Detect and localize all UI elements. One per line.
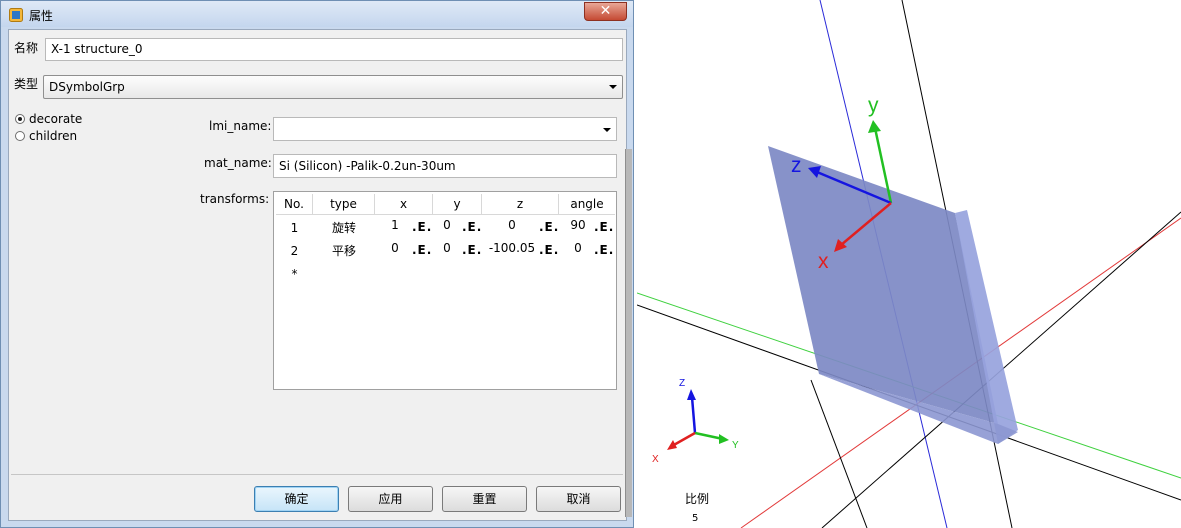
cell-y[interactable]: 0 — [435, 215, 459, 236]
object-x-label: x — [818, 250, 829, 273]
chevron-down-icon — [609, 85, 617, 89]
edit-angle-button[interactable]: .E. — [594, 243, 614, 257]
transforms-table: No. type x y z angle 1 旋转 1 .E. 0 .E. 0 … — [273, 191, 617, 390]
edit-z-button[interactable]: .E. — [539, 243, 559, 257]
triad-y-axis — [694, 431, 724, 441]
triad-x-label: X — [652, 454, 659, 465]
apply-button[interactable]: 应用 — [348, 486, 433, 512]
type-select-value: DSymbolGrp — [49, 80, 125, 94]
close-button[interactable]: ✕ — [584, 2, 627, 21]
mat-name-label: mat_name: — [204, 156, 272, 170]
cell-type[interactable]: 平移 — [313, 241, 375, 262]
cell-z[interactable]: 0 — [484, 215, 540, 236]
object-z-label: z — [791, 154, 802, 177]
close-icon: ✕ — [599, 3, 612, 19]
triad-y-label: Y — [732, 440, 739, 451]
column-header-z[interactable]: z — [482, 194, 559, 215]
triad-y-arrowhead — [719, 434, 729, 444]
triad-z-arrowhead — [687, 389, 696, 400]
chevron-down-icon — [603, 128, 611, 132]
dialog-title: 属性 — [29, 9, 54, 23]
column-header-y[interactable]: y — [433, 194, 482, 215]
scale-label: 比例 — [685, 492, 710, 506]
ok-button[interactable]: 确定 — [254, 486, 339, 512]
cell-z[interactable]: -100.05 — [484, 238, 540, 259]
slab-face[interactable] — [768, 146, 998, 424]
3d-viewport[interactable]: y z x Z Y X — [637, 0, 1181, 528]
cell-no[interactable]: 2 — [276, 241, 313, 262]
scene-canvas[interactable]: y z x Z Y X — [637, 0, 1181, 528]
object-y-arrowhead — [868, 120, 881, 133]
radio-decorate-label: decorate — [29, 112, 83, 126]
edit-y-button[interactable]: .E. — [462, 243, 482, 257]
cell-x[interactable]: 0 — [375, 238, 415, 259]
dialog-titlebar[interactable]: 属性 ✕ — [1, 1, 633, 27]
edit-angle-button[interactable]: .E. — [594, 220, 614, 234]
mat-name-field[interactable]: Si (Silicon) -Palik-0.2un-30um — [273, 154, 617, 178]
cell-type[interactable]: 旋转 — [313, 218, 375, 239]
column-header-no[interactable]: No. — [276, 194, 313, 215]
name-label: 名称 — [14, 41, 39, 55]
cell-no[interactable]: 1 — [276, 218, 313, 239]
scale-value: 5 — [692, 513, 699, 524]
edit-y-button[interactable]: .E. — [462, 220, 482, 234]
edit-x-button[interactable]: .E. — [412, 243, 432, 257]
app-icon — [9, 8, 23, 22]
cell-angle[interactable]: 0 — [561, 238, 595, 259]
radio-children-label: children — [29, 129, 78, 143]
column-header-type[interactable]: type — [313, 194, 375, 215]
lmi-name-select[interactable] — [273, 117, 617, 141]
column-header-angle[interactable]: angle — [559, 194, 615, 215]
radio-children-indicator — [15, 131, 25, 141]
button-separator — [11, 474, 623, 475]
properties-dialog: 属性 ✕ 名称 X-1 structure_0 类型 DSymbolGrp de… — [0, 0, 634, 528]
lmi-name-label: lmi_name: — [209, 119, 272, 133]
edit-x-button[interactable]: .E. — [412, 220, 432, 234]
transforms-label: transforms: — [200, 192, 270, 206]
triad-x-axis — [671, 431, 696, 448]
orientation-triad: Z Y X — [652, 378, 739, 465]
radio-decorate[interactable]: decorate — [15, 112, 82, 126]
cell-y[interactable]: 0 — [435, 238, 459, 259]
object-y-label: y — [868, 94, 879, 117]
triad-x-arrowhead — [667, 440, 677, 450]
cell-x[interactable]: 1 — [375, 215, 415, 236]
cell-angle[interactable]: 90 — [561, 215, 595, 236]
edit-z-button[interactable]: .E. — [539, 220, 559, 234]
triad-z-label: Z — [679, 378, 685, 389]
cancel-button[interactable]: 取消 — [536, 486, 621, 512]
triad-z-axis — [690, 396, 697, 434]
side-scrollbar[interactable] — [625, 149, 632, 517]
column-header-x[interactable]: x — [375, 194, 433, 215]
radio-children[interactable]: children — [15, 129, 77, 143]
type-label: 类型 — [14, 77, 39, 91]
type-select[interactable]: DSymbolGrp — [43, 75, 623, 99]
grid-line — [810, 379, 868, 528]
reset-button[interactable]: 重置 — [442, 486, 527, 512]
name-field[interactable]: X-1 structure_0 — [45, 38, 623, 61]
new-row-marker[interactable]: * — [276, 264, 313, 285]
radio-decorate-indicator — [15, 114, 25, 124]
